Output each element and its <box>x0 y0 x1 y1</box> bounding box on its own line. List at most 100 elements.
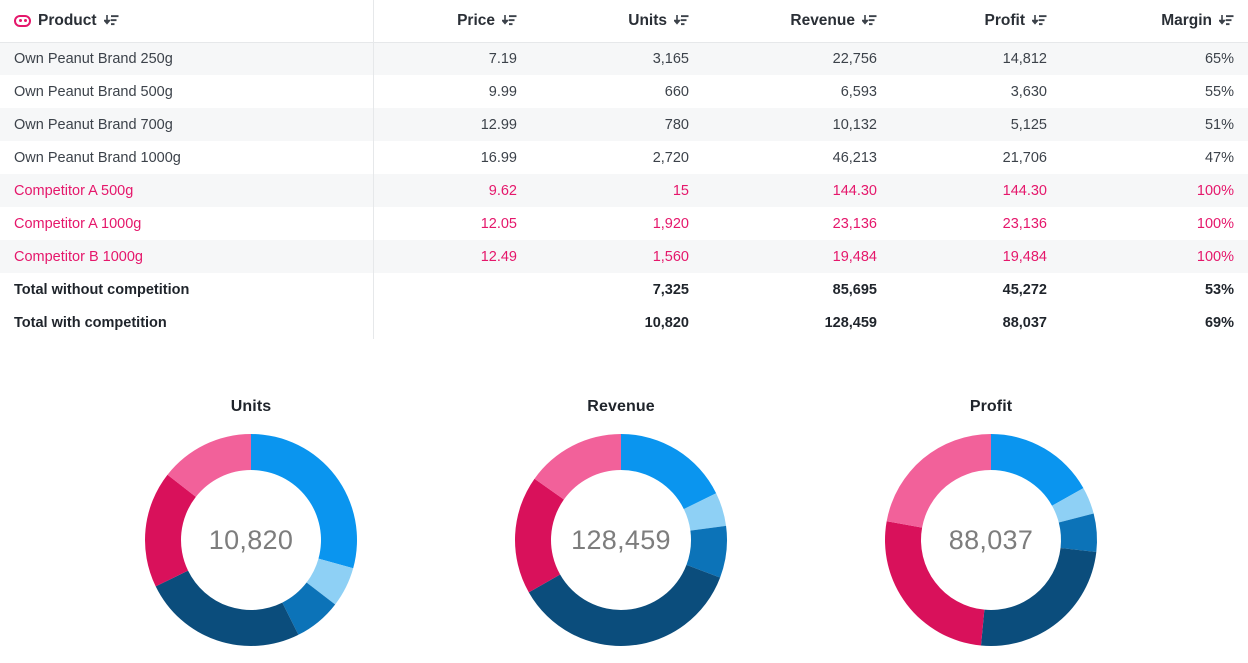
cell-price: 12.99 <box>373 108 531 141</box>
cell-price: 12.05 <box>480 215 517 232</box>
donut-segment[interactable] <box>251 434 357 569</box>
cell-revenue: 128,459 <box>824 314 877 331</box>
cell-units: 660 <box>664 83 689 100</box>
cell-revenue: 22,756 <box>703 42 891 75</box>
table-header: Product Price Units Revenue Profit Margi… <box>0 0 1248 43</box>
sort-desc-icon[interactable] <box>1219 14 1234 28</box>
cell-revenue: 23,136 <box>832 215 877 232</box>
cell-units: 1,560 <box>531 240 703 273</box>
donut-segment[interactable] <box>144 474 196 587</box>
dimension-icon <box>14 14 31 27</box>
column-header-label: Margin <box>1161 11 1212 29</box>
cell-product: Competitor A 1000g <box>14 215 142 232</box>
cell-profit: 5,125 <box>891 108 1061 141</box>
table-row[interactable]: Total without competition 7,325 85,695 45,2… <box>0 273 1248 306</box>
table-row[interactable]: Own Peanut Brand 1000g 16.99 2,720 46,213 21… <box>0 141 1248 174</box>
sort-desc-icon[interactable] <box>862 14 877 28</box>
cell-margin: 100% <box>1196 215 1234 232</box>
column-header-label: Price <box>457 11 495 29</box>
donut-chart[interactable]: 88,037 <box>883 432 1099 648</box>
column-header-product[interactable]: Product <box>0 0 373 43</box>
chart-revenue: Revenue 128,459 <box>436 398 806 663</box>
cell-revenue: 46,213 <box>832 149 877 166</box>
donut-segment[interactable] <box>515 478 564 593</box>
donut-segment[interactable] <box>886 434 991 528</box>
table-row[interactable]: Total with competition 10,820 128,459 88,03… <box>0 306 1248 339</box>
sort-desc-icon[interactable] <box>1032 14 1047 28</box>
donut-svg <box>885 434 1097 646</box>
cell-revenue: 144.30 <box>703 174 891 207</box>
table-row[interactable]: Own Peanut Brand 500g 9.99 660 6,593 3,630 55… <box>0 75 1248 108</box>
cell-margin: 69% <box>1204 314 1234 331</box>
cell-revenue: 85,695 <box>832 281 877 298</box>
cell-revenue: 6,593 <box>840 83 877 100</box>
donut-svg <box>515 434 727 646</box>
cell-margin: 100% <box>1061 240 1248 273</box>
cell-profit: 45,272 <box>1002 281 1047 298</box>
table-row[interactable]: Own Peanut Brand 250g 7.19 3,165 22,756 14,8… <box>0 42 1248 75</box>
cell-price <box>373 273 531 306</box>
cell-product: Total with competition <box>14 314 167 331</box>
sort-desc-icon[interactable] <box>674 14 689 28</box>
cell-product: Own Peanut Brand 700g <box>0 108 373 141</box>
cell-margin: 51% <box>1061 108 1248 141</box>
donut-chart[interactable]: 128,459 <box>513 432 729 648</box>
column-header-label: Profit <box>984 11 1025 29</box>
sort-desc-icon[interactable] <box>502 14 517 28</box>
cell-product: Own Peanut Brand 500g <box>14 83 173 100</box>
chart-title: Revenue <box>587 398 655 415</box>
column-header-margin[interactable]: Margin <box>1061 0 1248 43</box>
cell-product: Total without competition <box>14 281 190 298</box>
sort-desc-icon[interactable] <box>103 14 119 28</box>
cell-units: 2,720 <box>652 149 689 166</box>
cell-units: 10,820 <box>644 314 689 331</box>
cell-units: 3,165 <box>531 42 703 75</box>
table-row[interactable]: Own Peanut Brand 700g 12.99 780 10,132 5,125… <box>0 108 1248 141</box>
column-divider <box>373 0 374 339</box>
cell-margin: 47% <box>1204 149 1234 166</box>
cell-product: Own Peanut Brand 1000g <box>14 149 181 166</box>
donut-chart[interactable]: 10,820 <box>143 432 359 648</box>
table-row[interactable]: Competitor B 1000g 12.49 1,560 19,484 19,484… <box>0 240 1248 273</box>
column-header-revenue[interactable]: Revenue <box>703 0 891 43</box>
cell-product: Competitor B 1000g <box>0 240 373 273</box>
cell-profit: 144.30 <box>891 174 1061 207</box>
table-header-row: Product Price Units Revenue Profit Margi… <box>0 0 1248 43</box>
cell-product: Own Peanut Brand 250g <box>0 42 373 75</box>
table-row[interactable]: Competitor A 1000g 12.05 1,920 23,136 23,136… <box>0 207 1248 240</box>
cell-price: 9.99 <box>488 83 517 100</box>
cell-price: 16.99 <box>480 149 517 166</box>
table-body: Own Peanut Brand 250g 7.19 3,165 22,756 14,8… <box>0 42 1248 339</box>
cell-profit: 19,484 <box>891 240 1061 273</box>
chart-title: Profit <box>969 398 1013 415</box>
cell-revenue: 19,484 <box>703 240 891 273</box>
chart-title: Units <box>230 398 272 415</box>
column-header-label: Units <box>628 11 667 29</box>
donut-segment[interactable] <box>885 521 985 646</box>
donut-segment[interactable] <box>991 434 1084 506</box>
column-header-price[interactable]: Price <box>373 0 531 43</box>
cell-units: 1,920 <box>652 215 689 232</box>
cell-margin: 65% <box>1061 42 1248 75</box>
table-row[interactable]: Competitor A 500g 9.62 15 144.30 144.30 100% <box>0 174 1248 207</box>
donut-segment[interactable] <box>528 564 721 646</box>
cell-price: 12.49 <box>373 240 531 273</box>
cell-margin: 100% <box>1061 174 1248 207</box>
cell-product: Competitor A 500g <box>0 174 373 207</box>
cell-units: 15 <box>531 174 703 207</box>
cell-revenue: 10,132 <box>703 108 891 141</box>
cell-profit: 14,812 <box>891 42 1061 75</box>
column-header-profit[interactable]: Profit <box>891 0 1061 43</box>
report-page: Product Price Units Revenue Profit Margi… <box>0 0 1248 663</box>
donut-segment[interactable] <box>155 570 299 646</box>
cell-profit: 21,706 <box>1002 149 1047 166</box>
column-header-units[interactable]: Units <box>531 0 703 43</box>
donut-segment[interactable] <box>980 547 1097 646</box>
cell-units: 7,325 <box>652 281 689 298</box>
cell-price <box>373 306 531 339</box>
cell-profit: 23,136 <box>1002 215 1047 232</box>
column-header-label: Product <box>38 11 97 29</box>
product-comparison-table: Product Price Units Revenue Profit Margi… <box>0 0 1248 339</box>
donut-segment[interactable] <box>621 434 717 510</box>
cell-margin: 53% <box>1204 281 1234 298</box>
